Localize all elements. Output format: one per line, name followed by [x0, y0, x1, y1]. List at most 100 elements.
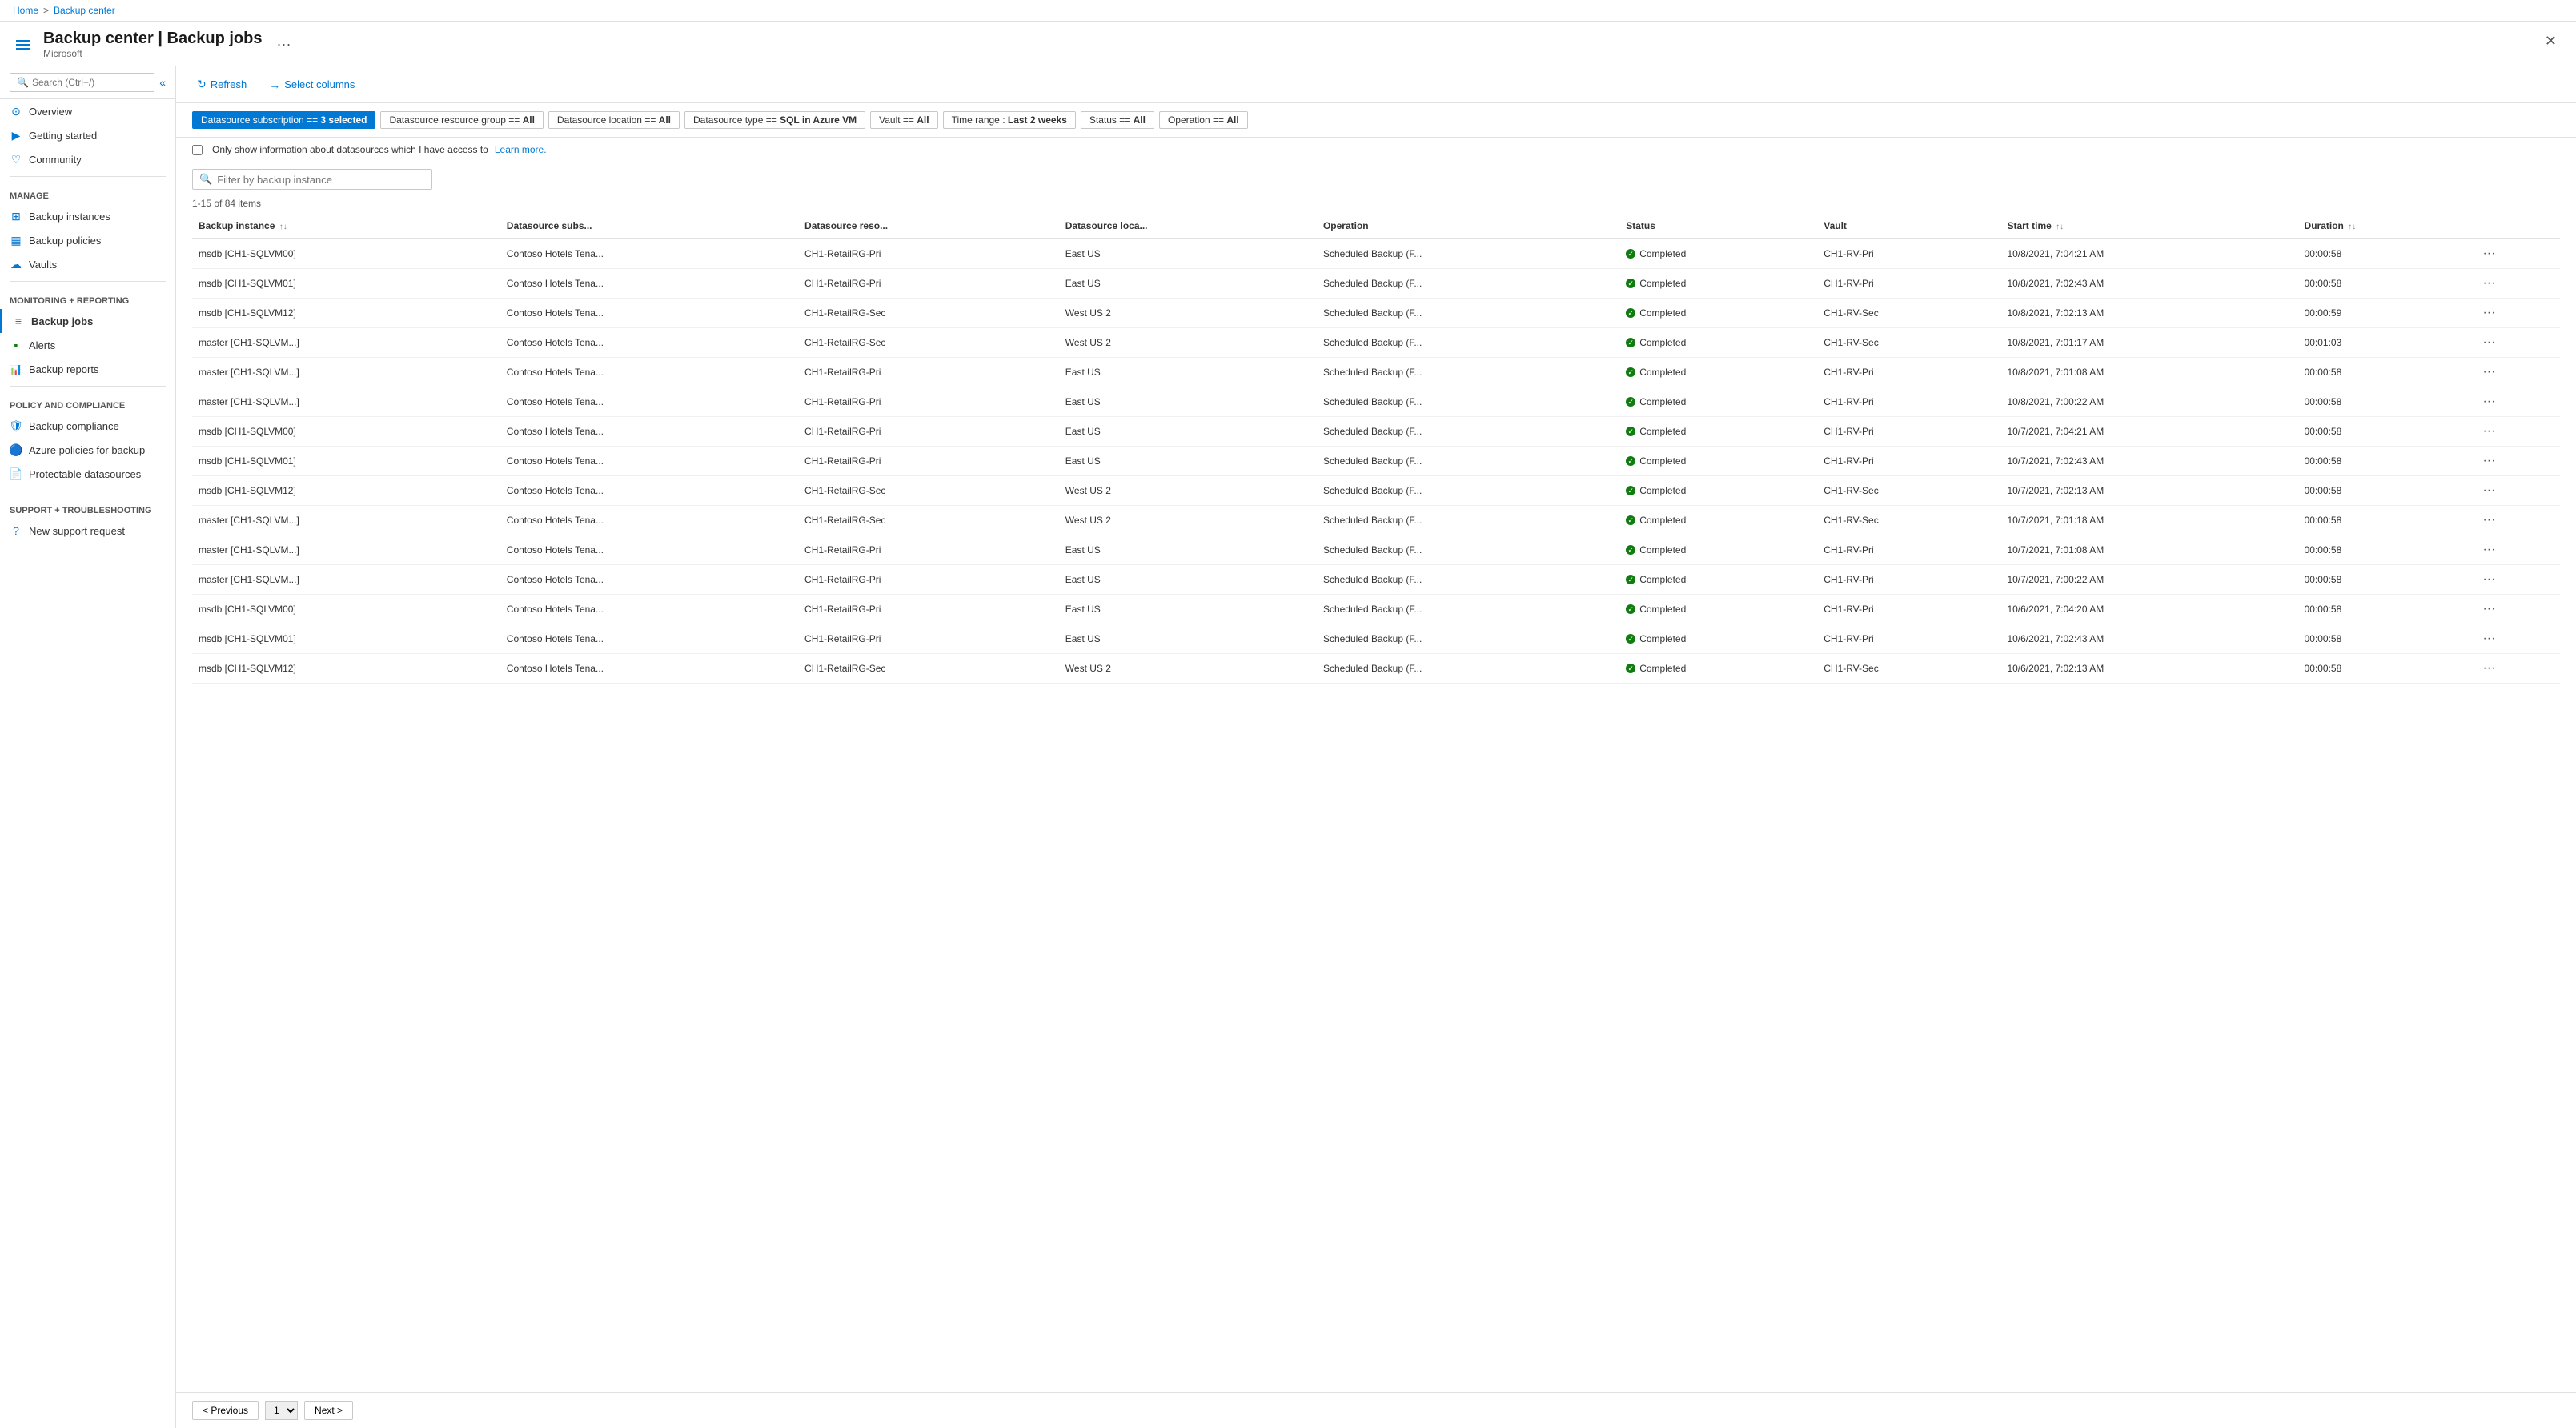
status-label: Completed	[1639, 278, 1686, 289]
sidebar-item-backup-instances[interactable]: ⊞ Backup instances	[0, 204, 175, 228]
filter-chip-subscription[interactable]: Datasource subscription == 3 selected	[192, 111, 375, 129]
prev-page-button[interactable]: < Previous	[192, 1401, 259, 1420]
col-duration[interactable]: Duration ↑↓	[2298, 214, 2474, 239]
row-more-button[interactable]: ···	[2479, 482, 2498, 499]
backup-instance-search-input[interactable]	[217, 174, 425, 186]
filter-bar: Datasource subscription == 3 selected Da…	[176, 103, 2576, 138]
sidebar-collapse-button[interactable]: «	[159, 76, 166, 89]
row-more-button[interactable]: ···	[2479, 363, 2498, 381]
row-more-button[interactable]: ···	[2479, 452, 2498, 470]
filter-chip-type[interactable]: Datasource type == SQL in Azure VM	[684, 111, 865, 129]
row-more-button[interactable]: ···	[2479, 245, 2498, 263]
cell-actions: ···	[2473, 565, 2560, 595]
divider-monitoring	[10, 281, 166, 282]
sidebar-item-overview[interactable]: ⊙ Overview	[0, 99, 175, 123]
select-columns-icon: →	[269, 78, 280, 91]
cell-datasource-reso: CH1-RetailRG-Sec	[798, 299, 1059, 328]
refresh-button[interactable]: ↻ Refresh	[192, 74, 251, 94]
row-more-button[interactable]: ···	[2479, 275, 2498, 292]
cell-datasource-subs: Contoso Hotels Tena...	[500, 654, 798, 684]
cell-datasource-subs: Contoso Hotels Tena...	[500, 476, 798, 506]
row-more-button[interactable]: ···	[2479, 660, 2498, 677]
row-more-button[interactable]: ···	[2479, 423, 2498, 440]
select-columns-button[interactable]: → Select columns	[264, 75, 359, 94]
cell-vault: CH1-RV-Pri	[1817, 565, 2000, 595]
cell-datasource-loca: West US 2	[1059, 476, 1317, 506]
col-datasource-reso[interactable]: Datasource reso...	[798, 214, 1059, 239]
table-row: msdb [CH1-SQLVM00] Contoso Hotels Tena..…	[192, 239, 2560, 269]
search-input-container: 🔍	[192, 169, 432, 190]
cell-vault: CH1-RV-Pri	[1817, 595, 2000, 624]
sidebar-search-input[interactable]	[32, 77, 147, 88]
page-select[interactable]: 1 2 3 4 5 6	[265, 1401, 298, 1420]
col-operation[interactable]: Operation	[1317, 214, 1619, 239]
learn-more-link[interactable]: Learn more.	[495, 144, 547, 155]
cell-datasource-loca: East US	[1059, 358, 1317, 387]
filter-chip-resource-group[interactable]: Datasource resource group == All	[380, 111, 543, 129]
status-dot: ✓	[1626, 456, 1635, 466]
alerts-icon: ▪	[10, 339, 22, 351]
next-page-button[interactable]: Next >	[304, 1401, 353, 1420]
protectable-datasources-icon: 📄	[10, 467, 22, 480]
col-backup-instance[interactable]: Backup instance ↑↓	[192, 214, 500, 239]
filter-chip-vault[interactable]: Vault == All	[870, 111, 938, 129]
col-start-time[interactable]: Start time ↑↓	[2000, 214, 2297, 239]
status-label: Completed	[1639, 663, 1686, 674]
row-more-button[interactable]: ···	[2479, 393, 2498, 411]
sidebar-item-label: Backup instances	[29, 211, 110, 223]
filter-chip-time-range[interactable]: Time range : Last 2 weeks	[943, 111, 1076, 129]
sidebar-item-vaults[interactable]: ☁ Vaults	[0, 252, 175, 276]
table-container: 1-15 of 84 items Backup instance ↑↓ Data…	[176, 193, 2576, 1392]
sidebar-item-alerts[interactable]: ▪ Alerts	[0, 333, 175, 357]
cell-start-time: 10/7/2021, 7:01:18 AM	[2000, 506, 2297, 536]
cell-start-time: 10/7/2021, 7:01:08 AM	[2000, 536, 2297, 565]
table-row: master [CH1-SQLVM...] Contoso Hotels Ten…	[192, 506, 2560, 536]
sidebar-item-azure-policies[interactable]: 🔵 Azure policies for backup	[0, 438, 175, 462]
row-more-button[interactable]: ···	[2479, 541, 2498, 559]
cell-datasource-loca: West US 2	[1059, 328, 1317, 358]
row-more-button[interactable]: ···	[2479, 511, 2498, 529]
more-options-button[interactable]: ···	[271, 33, 295, 56]
cell-status: ✓ Completed	[1619, 654, 1817, 684]
sort-icon-start-time: ↑↓	[2056, 223, 2064, 231]
status-dot: ✓	[1626, 634, 1635, 644]
cell-datasource-loca: East US	[1059, 239, 1317, 269]
sidebar-item-new-support-request[interactable]: ? New support request	[0, 519, 175, 543]
sidebar-item-community[interactable]: ♡ Community	[0, 147, 175, 171]
cell-start-time: 10/7/2021, 7:02:43 AM	[2000, 447, 2297, 476]
refresh-icon: ↻	[197, 78, 207, 91]
cell-datasource-loca: East US	[1059, 624, 1317, 654]
row-more-button[interactable]: ···	[2479, 334, 2498, 351]
filter-chip-operation[interactable]: Operation == All	[1159, 111, 1248, 129]
sidebar-item-backup-jobs[interactable]: ≡ Backup jobs	[0, 309, 175, 333]
cell-datasource-reso: CH1-RetailRG-Sec	[798, 654, 1059, 684]
sidebar-item-getting-started[interactable]: ▶ Getting started	[0, 123, 175, 147]
table-row: msdb [CH1-SQLVM01] Contoso Hotels Tena..…	[192, 624, 2560, 654]
hamburger-menu[interactable]	[13, 37, 34, 53]
row-more-button[interactable]: ···	[2479, 571, 2498, 588]
sidebar-item-backup-policies[interactable]: ▦ Backup policies	[0, 228, 175, 252]
access-checkbox[interactable]	[192, 145, 203, 155]
cell-datasource-subs: Contoso Hotels Tena...	[500, 624, 798, 654]
cell-datasource-loca: East US	[1059, 565, 1317, 595]
sidebar-item-protectable-datasources[interactable]: 📄 Protectable datasources	[0, 462, 175, 486]
sidebar-item-label: Overview	[29, 106, 72, 118]
row-more-button[interactable]: ···	[2479, 630, 2498, 648]
row-more-button[interactable]: ···	[2479, 600, 2498, 618]
sidebar-item-backup-reports[interactable]: 📊 Backup reports	[0, 357, 175, 381]
breadcrumb-current[interactable]: Backup center	[54, 5, 115, 16]
cell-datasource-reso: CH1-RetailRG-Pri	[798, 358, 1059, 387]
sidebar-item-backup-compliance[interactable]: 🛡 Backup compliance	[0, 414, 175, 438]
close-button[interactable]: ✕	[2538, 30, 2563, 53]
filter-chip-location[interactable]: Datasource location == All	[548, 111, 680, 129]
select-columns-label: Select columns	[284, 78, 355, 90]
sidebar-item-label: Getting started	[29, 130, 97, 142]
filter-chip-status[interactable]: Status == All	[1081, 111, 1154, 129]
breadcrumb-home[interactable]: Home	[13, 5, 38, 16]
col-vault[interactable]: Vault	[1817, 214, 2000, 239]
col-status[interactable]: Status	[1619, 214, 1817, 239]
col-datasource-loca[interactable]: Datasource loca...	[1059, 214, 1317, 239]
cell-datasource-loca: West US 2	[1059, 506, 1317, 536]
row-more-button[interactable]: ···	[2479, 304, 2498, 322]
col-datasource-subs[interactable]: Datasource subs...	[500, 214, 798, 239]
